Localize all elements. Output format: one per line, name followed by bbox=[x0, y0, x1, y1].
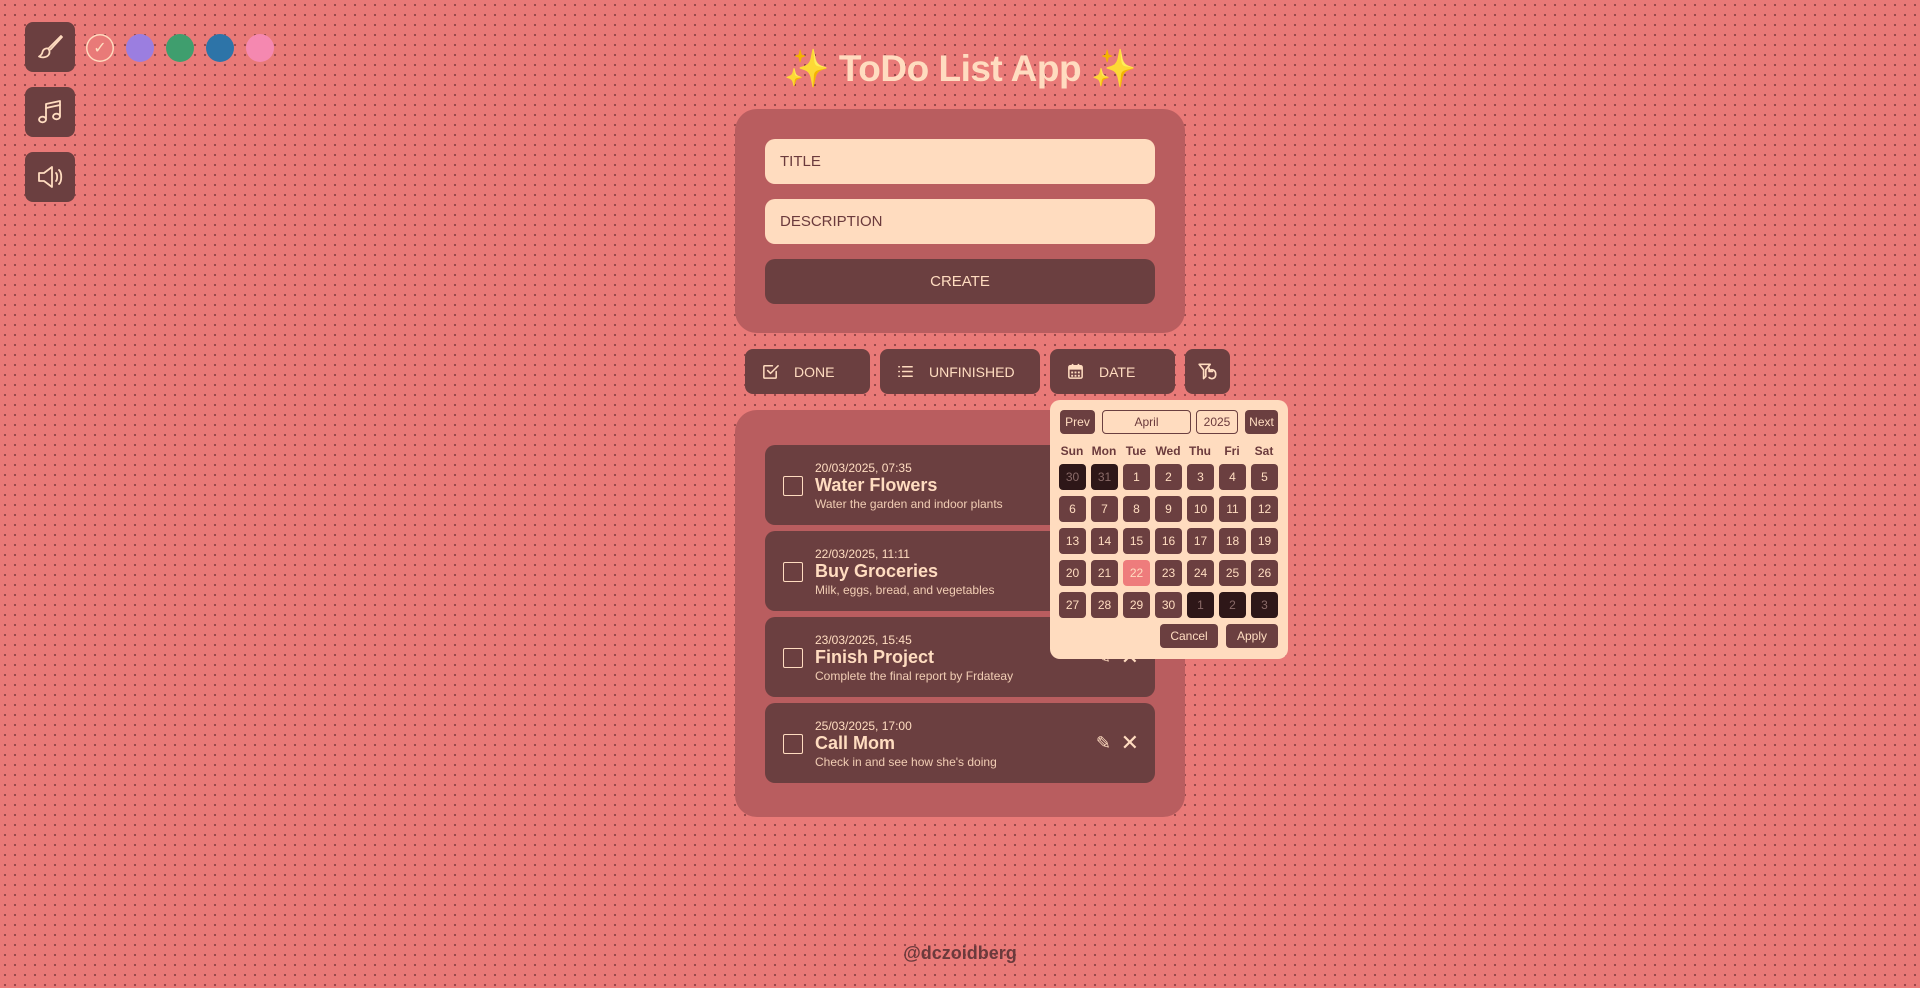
calendar-day[interactable]: 4 bbox=[1219, 464, 1246, 490]
author-credit: @dczoidberg bbox=[903, 943, 1017, 963]
checkbox-checked-icon bbox=[763, 365, 779, 379]
calendar-day[interactable]: 14 bbox=[1091, 528, 1118, 554]
edit-icon[interactable]: ✎ bbox=[1096, 733, 1111, 754]
calendar-day[interactable]: 17 bbox=[1187, 528, 1214, 554]
task-date: 20/03/2025, 07:35 bbox=[815, 461, 912, 475]
calendar-day-today[interactable]: 22 bbox=[1123, 560, 1150, 586]
filter-unfinished-button[interactable]: UNFINISHED bbox=[880, 349, 1040, 394]
calendar-day[interactable]: 23 bbox=[1155, 560, 1182, 586]
weekday-label: Wed bbox=[1155, 444, 1181, 458]
weekday-label: Thu bbox=[1189, 444, 1211, 458]
calendar-day[interactable]: 6 bbox=[1059, 496, 1086, 522]
calendar-day[interactable]: 3 bbox=[1187, 464, 1214, 490]
task-description: Complete the final report by Frdateay bbox=[815, 669, 1014, 683]
calendar-day[interactable]: 31 bbox=[1091, 464, 1118, 490]
month-select[interactable]: April bbox=[1102, 410, 1191, 434]
task-title: Call Mom bbox=[815, 733, 896, 753]
create-button[interactable]: CREATE bbox=[765, 259, 1155, 304]
apply-button[interactable]: Apply bbox=[1226, 624, 1278, 648]
calendar-day[interactable]: 5 bbox=[1251, 464, 1278, 490]
delete-icon[interactable]: ✕ bbox=[1121, 730, 1139, 756]
calendar-day[interactable]: 25 bbox=[1219, 560, 1246, 586]
task-checkbox[interactable] bbox=[783, 562, 803, 582]
task-title: Buy Groceries bbox=[815, 561, 939, 581]
task-title: Water Flowers bbox=[815, 475, 938, 495]
filter-date-label: DATE bbox=[1099, 363, 1136, 380]
date-picker: Prev April 2025 Next Sun Mon Tue Wed Thu Fri S… bbox=[1050, 400, 1288, 659]
calendar-day[interactable]: 12 bbox=[1251, 496, 1278, 522]
calendar-day[interactable]: 15 bbox=[1123, 528, 1150, 554]
music-note-icon bbox=[38, 100, 61, 124]
calendar-day[interactable]: 2 bbox=[1219, 592, 1246, 618]
speaker-icon bbox=[38, 166, 63, 188]
task-checkbox[interactable] bbox=[783, 734, 803, 754]
calendar-day[interactable]: 7 bbox=[1091, 496, 1118, 522]
reset-filter-button[interactable] bbox=[1185, 349, 1230, 394]
create-form-panel: CREATE bbox=[735, 109, 1185, 333]
sound-button[interactable] bbox=[25, 152, 75, 202]
calendar-day[interactable]: 1 bbox=[1187, 592, 1214, 618]
calendar-day[interactable]: 30 bbox=[1059, 464, 1086, 490]
list-icon bbox=[898, 365, 913, 378]
calendar-day[interactable]: 16 bbox=[1155, 528, 1182, 554]
filter-unfinished-label: UNFINISHED bbox=[929, 363, 1015, 380]
calendar-day[interactable]: 28 bbox=[1091, 592, 1118, 618]
calendar-icon bbox=[1068, 363, 1083, 379]
task-description: Milk, eggs, bread, and vegetables bbox=[815, 583, 995, 597]
app-title: ✨ ToDo List App ✨ bbox=[783, 48, 1137, 89]
description-input[interactable] bbox=[765, 199, 1155, 244]
calendar-day[interactable]: 19 bbox=[1251, 528, 1278, 554]
calendar-day[interactable]: 30 bbox=[1155, 592, 1182, 618]
calendar-day[interactable]: 1 bbox=[1123, 464, 1150, 490]
music-button[interactable] bbox=[25, 87, 75, 137]
calendar-day[interactable]: 29 bbox=[1123, 592, 1150, 618]
calendar-day[interactable]: 27 bbox=[1059, 592, 1086, 618]
task-title: Finish Project bbox=[815, 647, 935, 667]
task-date: 22/03/2025, 11:11 bbox=[815, 547, 910, 561]
calendar-day[interactable]: 3 bbox=[1251, 592, 1278, 618]
weekday-label: Sat bbox=[1254, 444, 1274, 458]
task-checkbox[interactable] bbox=[783, 476, 803, 496]
filter-done-label: DONE bbox=[794, 363, 835, 380]
calendar-day[interactable]: 13 bbox=[1059, 528, 1086, 554]
cancel-button[interactable]: Cancel bbox=[1160, 624, 1218, 648]
task-date: 23/03/2025, 15:45 bbox=[815, 633, 912, 647]
next-month-button[interactable]: Next bbox=[1245, 410, 1278, 434]
weekday-label: Tue bbox=[1125, 444, 1147, 458]
filter-date-button[interactable]: DATE bbox=[1050, 349, 1175, 394]
weekday-label: Sun bbox=[1060, 444, 1084, 458]
calendar-day[interactable]: 9 bbox=[1155, 496, 1182, 522]
task-item: 25/03/2025, 17:00 Call Mom Check in and … bbox=[765, 703, 1155, 783]
calendar-day[interactable]: 8 bbox=[1123, 496, 1150, 522]
filter-done-button[interactable]: DONE bbox=[745, 349, 870, 394]
filter-reset-icon bbox=[1197, 362, 1217, 379]
task-date: 25/03/2025, 17:00 bbox=[815, 719, 912, 733]
task-description: Check in and see how she's doing bbox=[815, 755, 997, 769]
calendar-day[interactable]: 18 bbox=[1219, 528, 1246, 554]
calendar-day[interactable]: 2 bbox=[1155, 464, 1182, 490]
prev-month-button[interactable]: Prev bbox=[1060, 410, 1095, 434]
calendar-day[interactable]: 11 bbox=[1219, 496, 1246, 522]
calendar-day[interactable]: 20 bbox=[1059, 560, 1086, 586]
calendar-day[interactable]: 24 bbox=[1187, 560, 1214, 586]
calendar-day[interactable]: 10 bbox=[1187, 496, 1214, 522]
weekday-label: Mon bbox=[1091, 444, 1117, 458]
task-description: Water the garden and indoor plants bbox=[815, 497, 1003, 511]
title-input[interactable] bbox=[765, 139, 1155, 184]
task-checkbox[interactable] bbox=[783, 648, 803, 668]
calendar-day[interactable]: 21 bbox=[1091, 560, 1118, 586]
calendar-day[interactable]: 26 bbox=[1251, 560, 1278, 586]
weekday-label: Fri bbox=[1224, 444, 1240, 458]
year-input[interactable]: 2025 bbox=[1196, 410, 1238, 434]
